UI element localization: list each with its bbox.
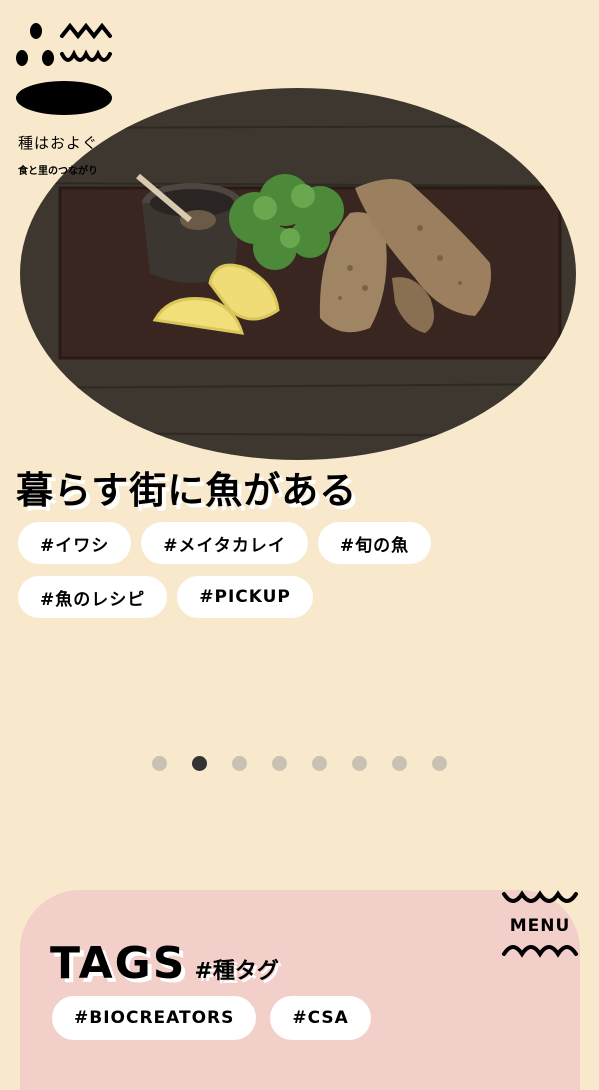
tags-title: TAGS (50, 938, 187, 989)
tag-chip[interactable]: #BIOCREATORS (52, 996, 257, 1040)
carousel-dot[interactable] (352, 756, 367, 771)
tag-chip[interactable]: #魚のレシピ (18, 576, 168, 618)
brand-name: 種はおよぐ (18, 134, 99, 152)
hero-title[interactable]: 暮らす街に魚がある (16, 460, 357, 514)
wave-bottom-icon (502, 945, 578, 958)
carousel-dot-active[interactable] (192, 756, 207, 771)
site-logo[interactable] (16, 18, 126, 118)
carousel-dot[interactable] (312, 756, 327, 771)
tag-chip[interactable]: #PICKUP (177, 576, 313, 618)
brand-tagline: 食と里のつながり (18, 166, 98, 177)
hero-image[interactable] (20, 88, 576, 460)
hero-tag-list: #イワシ #メイタカレイ #旬の魚 #魚のレシピ #PICKUP (18, 522, 498, 618)
menu-button[interactable]: MENU (500, 888, 580, 972)
wave-top-icon (502, 890, 578, 903)
carousel-dot[interactable] (432, 756, 447, 771)
carousel-dot[interactable] (152, 756, 167, 771)
tag-chip[interactable]: #イワシ (18, 522, 132, 564)
tags-section (20, 890, 580, 1090)
menu-label: MENU (509, 916, 571, 936)
tag-chip[interactable]: #旬の魚 (317, 522, 432, 564)
carousel-pagination (152, 756, 447, 771)
tags-section-list: #BIOCREATORS #CSA (52, 996, 371, 1040)
tags-subtitle: #種タグ (194, 959, 279, 984)
carousel-dot[interactable] (232, 756, 247, 771)
carousel-dot[interactable] (392, 756, 407, 771)
carousel-dot[interactable] (272, 756, 287, 771)
tag-chip[interactable]: #メイタカレイ (141, 522, 308, 564)
tags-heading: TAGS #種タグ (50, 938, 279, 989)
tag-chip[interactable]: #CSA (270, 996, 371, 1040)
